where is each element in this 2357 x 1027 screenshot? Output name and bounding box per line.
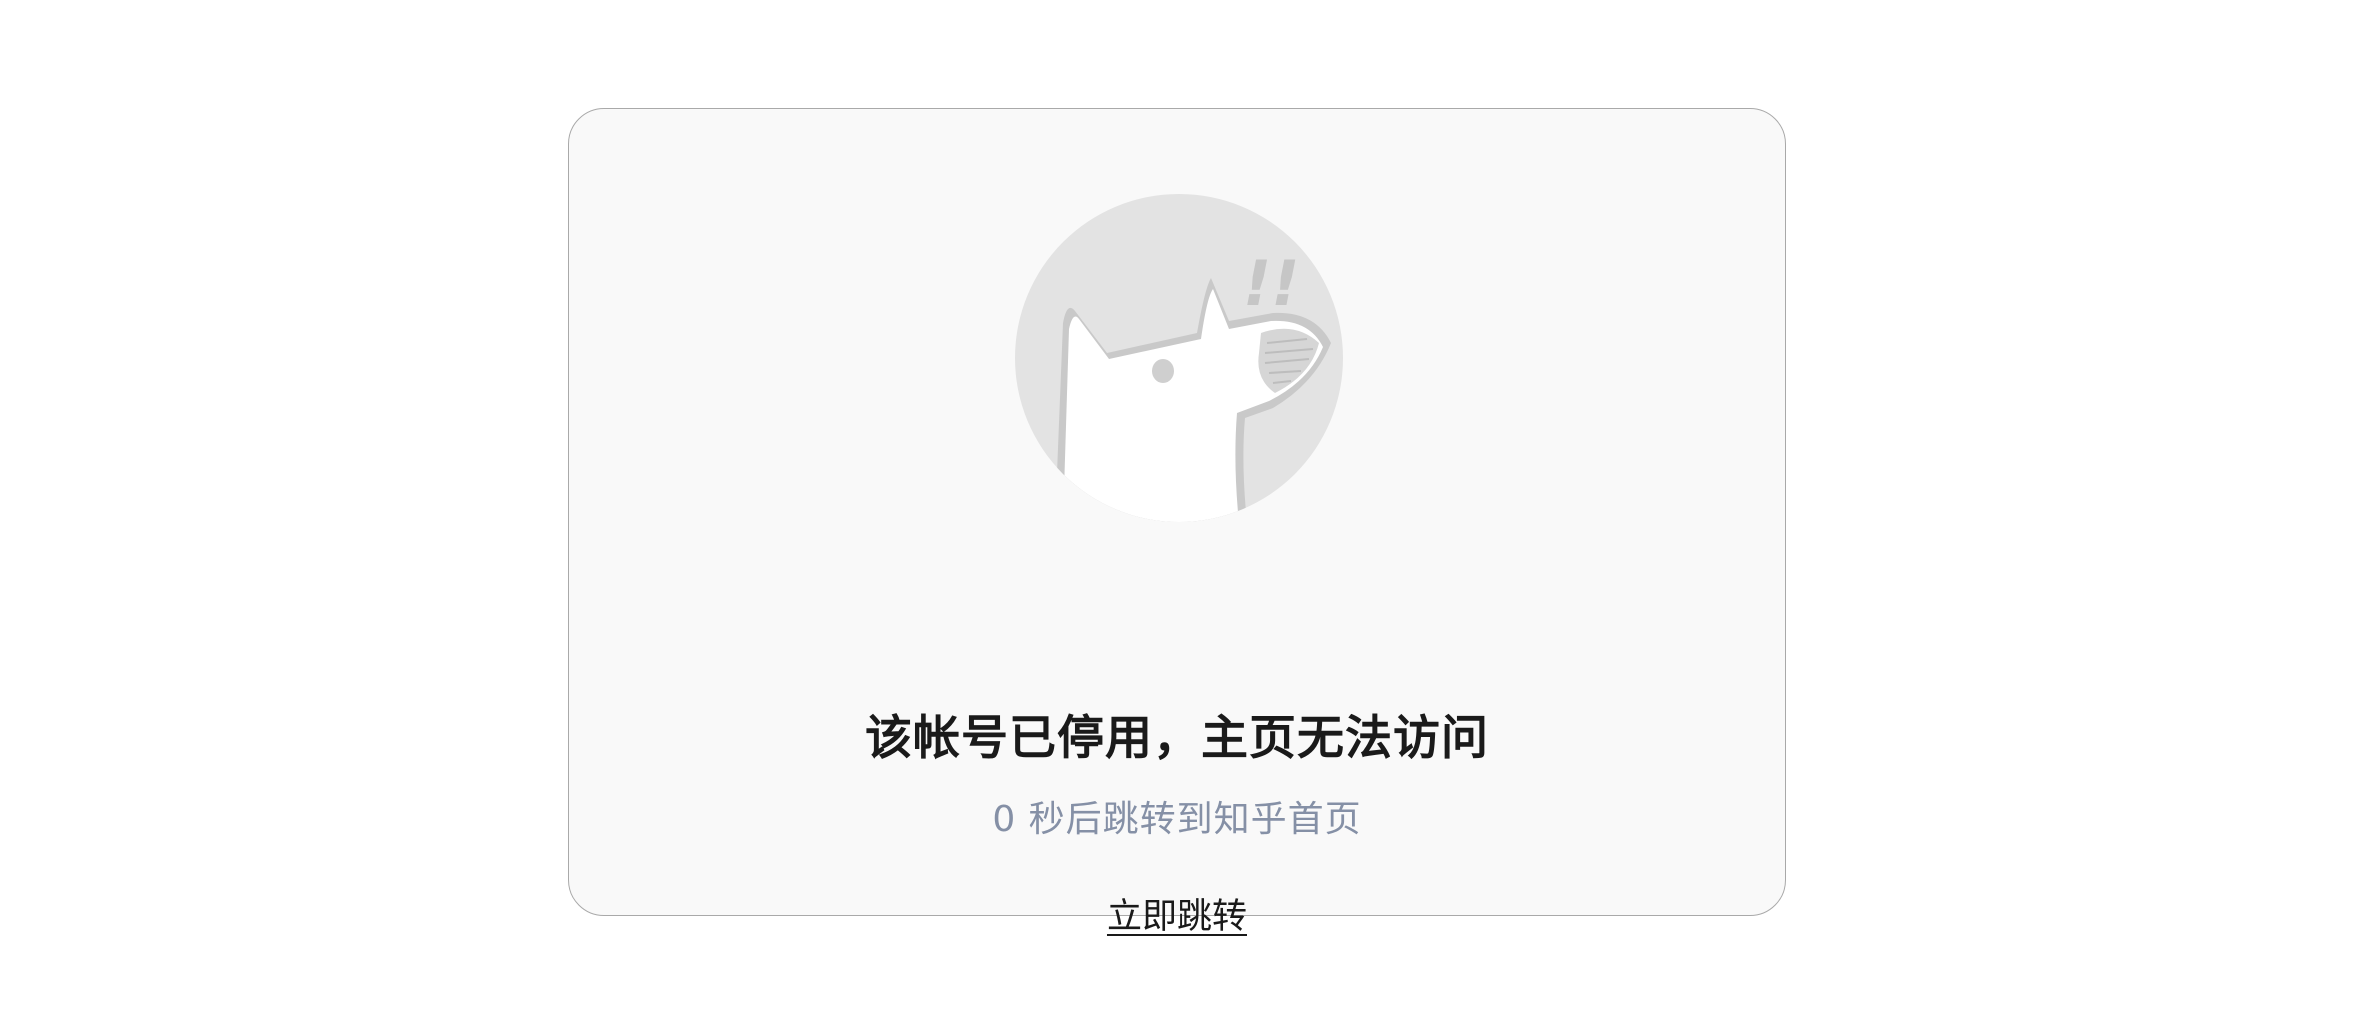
account-disabled-card: !! 该帐号已停用，主页无法访问 0 秒后跳转到知乎首页 立即跳转 [568, 108, 1786, 935]
redirect-link-container: 立即跳转 [569, 900, 1785, 935]
redirect-countdown: 0 秒后跳转到知乎首页 [992, 799, 1362, 840]
page-title: 该帐号已停用，主页无法访问 [865, 711, 1489, 766]
surprised-dog-illustration: !! [1015, 193, 1343, 523]
redirect-now-link[interactable]: 立即跳转 [1107, 897, 1247, 937]
exclamation-marks: !! [1243, 247, 1300, 320]
